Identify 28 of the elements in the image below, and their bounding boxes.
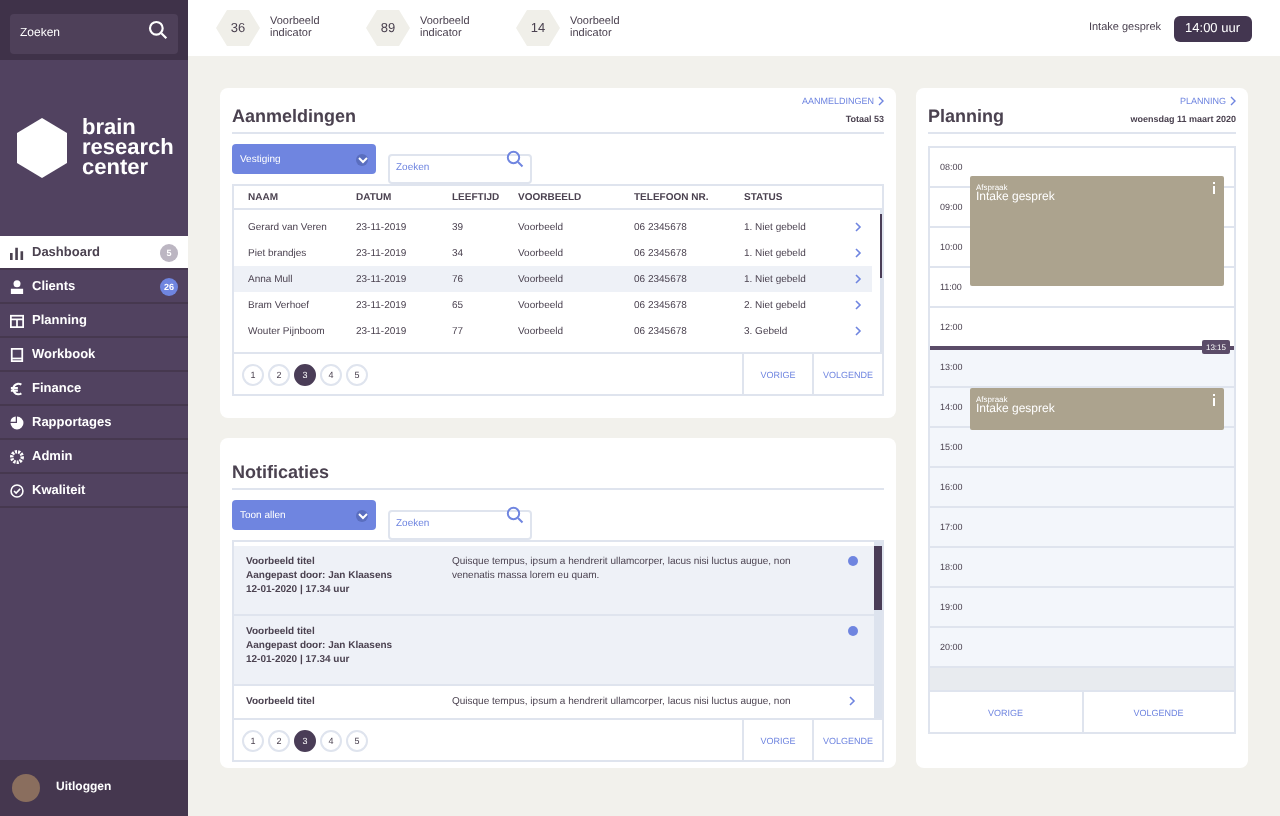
card-title: Aanmeldingen <box>232 106 357 126</box>
scrollbar[interactable] <box>880 210 882 352</box>
chevron-icon <box>854 222 862 232</box>
search-icon <box>506 506 524 524</box>
chevron-icon <box>854 248 862 258</box>
scrollbar[interactable] <box>874 542 882 718</box>
search-icon <box>148 20 168 40</box>
hexagon-logo-icon <box>14 116 70 180</box>
caret-icon <box>356 509 368 521</box>
caret-icon <box>356 153 368 165</box>
bar-chart-icon <box>10 245 24 259</box>
chevron-icon <box>854 326 862 336</box>
person-icon <box>10 279 24 293</box>
settings-icon <box>10 449 24 463</box>
euro-icon <box>10 381 24 395</box>
chevron-icon <box>854 274 862 284</box>
logo-text: brain research center <box>82 118 176 178</box>
search-icon <box>506 150 524 168</box>
card-title: Notificaties <box>232 462 330 482</box>
chevron-icon <box>878 96 884 106</box>
calendar-icon <box>10 313 24 327</box>
pie-chart-icon <box>10 415 24 429</box>
check-circle-icon <box>10 483 24 497</box>
chevron-icon <box>1230 96 1236 106</box>
book-icon <box>10 347 24 361</box>
avatar <box>12 774 40 802</box>
chevron-icon <box>854 300 862 310</box>
card-title: Planning <box>928 106 1004 126</box>
